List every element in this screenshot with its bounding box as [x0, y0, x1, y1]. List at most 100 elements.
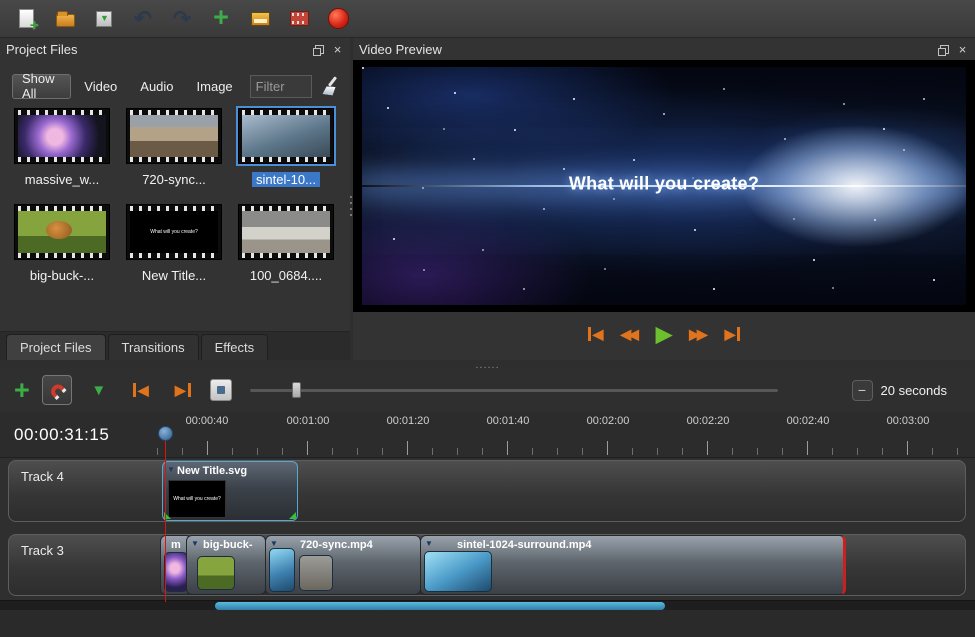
clip-new-title[interactable]: ▼ New Title.svg What will you create?: [162, 461, 298, 521]
import-files-button[interactable]: +: [207, 5, 235, 33]
float-panel-button[interactable]: [313, 43, 326, 56]
float-panel-button[interactable]: [938, 43, 951, 56]
current-time-display: 00:00:31:15: [14, 425, 109, 445]
file-label: 720-sync...: [142, 172, 206, 187]
fullscreen-button[interactable]: [285, 5, 313, 33]
filter-video-button[interactable]: Video: [74, 74, 127, 99]
ruler-major-ticks: [207, 441, 975, 455]
float-icon: [940, 45, 949, 54]
close-panel-button[interactable]: ×: [331, 43, 344, 56]
play-button[interactable]: ▶: [656, 324, 672, 345]
video-canvas: What will you create?: [362, 67, 966, 305]
clip-menu-icon[interactable]: ▼: [191, 539, 199, 548]
ruler-label: 00:02:00: [573, 415, 643, 427]
float-icon: [315, 45, 324, 54]
clip-menu-icon[interactable]: ▼: [425, 539, 433, 548]
timeline-panel: + ▼ ◀ ▶ − 20 seconds 00:00:31:15 00:00:4…: [0, 368, 975, 637]
file-item-720sync[interactable]: 720-sync...: [120, 108, 228, 196]
ruler-label: 00:00:40: [172, 415, 242, 427]
ruler-label: 00:01:40: [473, 415, 543, 427]
file-label: massive_w...: [25, 172, 99, 187]
timeline-ruler[interactable]: 00:00:31:15 00:00:40 00:01:00 00:01:20 0…: [0, 412, 975, 458]
close-icon: ×: [334, 43, 342, 56]
profile-icon: [251, 12, 270, 26]
timeline-toolbar: + ▼ ◀ ▶ − 20 seconds: [0, 371, 975, 409]
video-preview-title: Video Preview: [359, 42, 933, 57]
clip-thumbnail: What will you create?: [168, 480, 226, 518]
zoom-slider-handle[interactable]: [292, 382, 301, 398]
zoom-out-button[interactable]: −: [852, 380, 873, 401]
rewind-button[interactable]: ◀◀: [620, 327, 639, 341]
zoom-level-label: 20 seconds: [881, 383, 948, 398]
ruler-label: 00:01:00: [273, 415, 343, 427]
snapping-toggle[interactable]: [42, 375, 72, 405]
playhead-marker[interactable]: [158, 426, 173, 441]
new-project-button[interactable]: [12, 5, 40, 33]
file-item-sintel[interactable]: sintel-10...: [232, 108, 340, 196]
clip-thumbnail: [164, 552, 188, 592]
playhead-line: [165, 440, 166, 602]
zoom-slider[interactable]: [250, 380, 778, 400]
file-label: big-buck-...: [30, 268, 94, 283]
add-track-button[interactable]: +: [14, 377, 30, 404]
file-item-100-0684[interactable]: 100_0684....: [232, 204, 340, 292]
undo-button[interactable]: ↶: [129, 5, 157, 33]
track-name: Track 4: [21, 469, 64, 484]
filter-image-button[interactable]: Image: [187, 74, 243, 99]
playback-controls: ◀ ◀◀ ▶ ▶▶ ▶: [353, 320, 975, 348]
filter-audio-button[interactable]: Audio: [130, 74, 183, 99]
horizontal-splitter[interactable]: ......: [0, 356, 975, 368]
next-marker-button[interactable]: ▶: [168, 375, 198, 405]
filter-show-all-button[interactable]: Show All: [12, 74, 71, 99]
track-row-4[interactable]: Track 4: [8, 460, 966, 522]
file-item-new-title[interactable]: What will you create? New Title...: [120, 204, 228, 292]
clip-label: big-buck-: [203, 539, 253, 551]
preview-stage: What will you create?: [353, 60, 975, 312]
center-on-playhead-button[interactable]: [210, 379, 232, 401]
clear-filter-icon[interactable]: [321, 76, 338, 96]
zoom-readout: − 20 seconds: [852, 380, 962, 401]
save-icon: [96, 11, 112, 27]
open-folder-icon: [56, 14, 75, 27]
clip-thumbnail: [269, 548, 295, 592]
timeline-scrollbar[interactable]: [0, 600, 975, 610]
file-thumbnail: [14, 204, 110, 260]
video-overlay-text: What will you create?: [362, 173, 966, 194]
clip-thumbnail: [299, 555, 333, 591]
clip-label: 720-sync.mp4: [300, 539, 373, 551]
file-item-massive[interactable]: massive_w...: [8, 108, 116, 196]
project-files-title: Project Files: [6, 42, 308, 57]
clip-720-sync[interactable]: ▼ 720-sync.mp4: [265, 535, 421, 595]
file-thumbnail: What will you create?: [126, 204, 222, 260]
ruler-label: 00:03:00: [873, 415, 943, 427]
scrollbar-thumb[interactable]: [215, 602, 665, 610]
file-thumbnail: [126, 108, 222, 164]
jump-to-end-button[interactable]: ▶: [725, 327, 741, 341]
clip-menu-icon[interactable]: ▼: [270, 539, 278, 548]
file-label: New Title...: [142, 268, 206, 283]
film-strip-icon: [290, 11, 309, 26]
previous-marker-button[interactable]: ◀: [126, 375, 156, 405]
record-circle-icon: [328, 8, 349, 29]
open-project-button[interactable]: [51, 5, 79, 33]
export-video-button[interactable]: [324, 5, 352, 33]
clip-big-buck[interactable]: ▼ big-buck-: [186, 535, 266, 595]
jump-to-start-button[interactable]: ◀: [588, 327, 604, 341]
filter-input[interactable]: [250, 75, 312, 98]
close-panel-button[interactable]: ×: [956, 43, 969, 56]
clip-menu-icon[interactable]: ▼: [167, 465, 175, 474]
video-preview-titlebar: Video Preview ×: [353, 38, 975, 60]
save-project-button[interactable]: [90, 5, 118, 33]
file-label: sintel-10...: [252, 172, 320, 187]
clip-sintel[interactable]: ▼ sintel-1024-surround.mp4: [420, 535, 846, 595]
file-item-bigbuck[interactable]: big-buck-...: [8, 204, 116, 292]
fast-forward-button[interactable]: ▶▶: [689, 327, 708, 341]
timeline-footer: [0, 610, 975, 637]
clip-thumbnail: [197, 556, 235, 590]
redo-button[interactable]: ↷: [168, 5, 196, 33]
project-files-titlebar: Project Files ×: [0, 38, 350, 60]
new-project-icon: [19, 9, 34, 28]
clip-label: New Title.svg: [177, 465, 247, 477]
choose-profile-button[interactable]: [246, 5, 274, 33]
add-marker-button[interactable]: ▼: [84, 375, 114, 405]
